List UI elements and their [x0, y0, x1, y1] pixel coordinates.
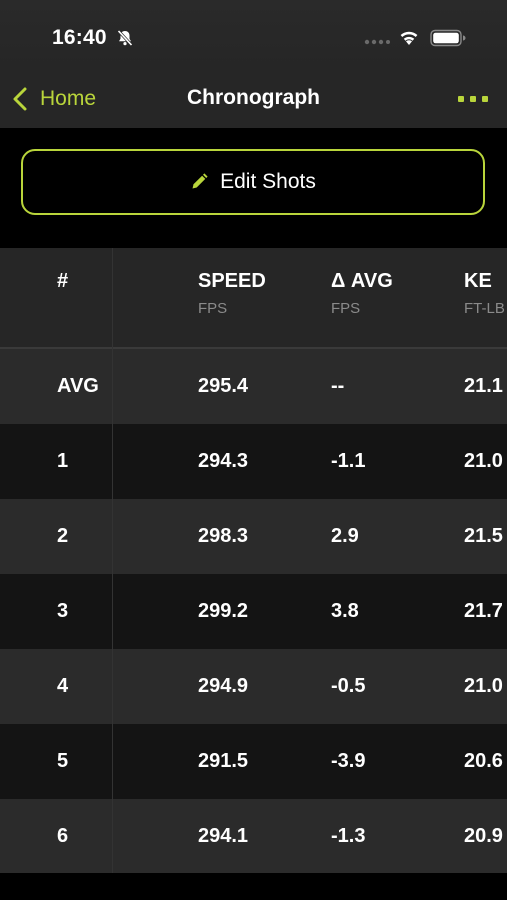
ellipsis-icon[interactable] — [456, 94, 490, 104]
cell-delta: 3.8 — [331, 600, 359, 622]
cell-speed: 294.3 — [198, 450, 249, 472]
table-row[interactable]: 6 294.1 -1.3 20.9 — [0, 799, 507, 873]
header-shot-number: # — [57, 270, 69, 292]
cell-speed: 294.1 — [198, 825, 249, 847]
edit-shots-label: Edit Shots — [220, 170, 316, 193]
cellular-dots-icon — [364, 39, 390, 45]
table-row[interactable]: 2 298.3 2.9 21.5 — [0, 499, 507, 574]
wifi-icon — [400, 31, 418, 45]
cell-ke: 20.9 — [464, 825, 503, 847]
battery-icon — [430, 29, 466, 47]
cell-delta: -0.5 — [331, 675, 366, 697]
cell-delta: -3.9 — [331, 750, 366, 772]
cell-ke: 21.1 — [464, 375, 503, 397]
header-speed: SPEED — [198, 270, 266, 292]
cell-speed: 299.2 — [198, 600, 249, 622]
header-ke-unit: FT-LB — [464, 300, 505, 317]
cell-shot: 3 — [57, 600, 69, 622]
cell-shot: 2 — [57, 525, 69, 547]
cell-ke: 21.5 — [464, 525, 503, 547]
shots-table: # SPEED FPS Δ AVG FPS KE FT-LB AVG 295.4… — [0, 248, 507, 873]
table-row[interactable]: 5 291.5 -3.9 20.6 — [0, 724, 507, 799]
cell-speed: 291.5 — [198, 750, 249, 772]
pencil-icon — [192, 173, 208, 189]
cell-ke: 21.0 — [464, 450, 503, 472]
column-divider — [112, 248, 113, 873]
cell-shot: 6 — [57, 825, 69, 847]
header-speed-unit: FPS — [198, 300, 228, 317]
cell-ke: 21.7 — [464, 600, 503, 622]
edit-section: Edit Shots — [0, 128, 507, 248]
table-row[interactable]: 3 299.2 3.8 21.7 — [0, 574, 507, 649]
table-row[interactable]: 1 294.3 -1.1 21.0 — [0, 424, 507, 499]
cell-shot: 5 — [57, 750, 69, 772]
status-bar: 16:40 — [0, 0, 507, 70]
cell-shot: AVG — [57, 375, 99, 397]
cell-delta: -- — [331, 375, 345, 397]
cell-shot: 1 — [57, 450, 69, 472]
table-row[interactable]: 4 294.9 -0.5 21.0 — [0, 649, 507, 724]
navigation-bar: Home Chronograph — [0, 70, 507, 128]
cell-ke: 20.6 — [464, 750, 503, 772]
cell-delta: 2.9 — [331, 525, 359, 547]
cell-speed: 294.9 — [198, 675, 249, 697]
cell-speed: 298.3 — [198, 525, 249, 547]
cell-delta: -1.1 — [331, 450, 366, 472]
header-delta-avg-unit: FPS — [331, 300, 361, 317]
page-title: Chronograph — [187, 86, 320, 109]
cell-ke: 21.0 — [464, 675, 503, 697]
header-ke: KE — [464, 270, 492, 292]
cell-speed: 295.4 — [198, 375, 249, 397]
cell-shot: 4 — [57, 675, 69, 697]
edit-shots-button[interactable]: Edit Shots — [21, 149, 485, 215]
header-delta-avg: Δ AVG — [331, 270, 393, 292]
cell-delta: -1.3 — [331, 825, 366, 847]
table-header: # SPEED FPS Δ AVG FPS KE FT-LB — [0, 248, 507, 349]
status-time: 16:40 — [52, 26, 107, 49]
table-row-avg: AVG 295.4 -- 21.1 — [0, 349, 507, 424]
bottom-spacer — [0, 873, 507, 900]
bell-slash-icon — [117, 29, 133, 47]
